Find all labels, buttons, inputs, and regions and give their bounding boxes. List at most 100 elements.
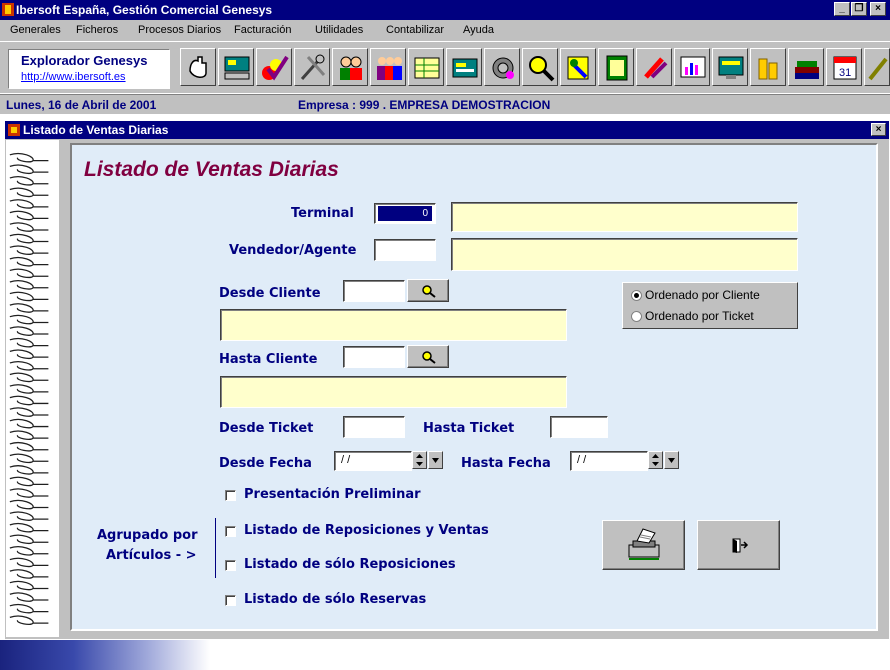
- presentacion-label[interactable]: Presentación Preliminar: [244, 487, 421, 502]
- magnifier-icon[interactable]: [522, 48, 558, 86]
- gear-icon[interactable]: [484, 48, 520, 86]
- pencil-icon[interactable]: [636, 48, 672, 86]
- search-icon: [422, 285, 436, 298]
- terminal-field[interactable]: 0: [374, 203, 436, 224]
- desde-cliente-name-field[interactable]: [220, 309, 567, 341]
- desde-ticket-field[interactable]: [343, 416, 405, 438]
- presentacion-checkbox[interactable]: [225, 490, 236, 501]
- hasta-ticket-label: Hasta Ticket: [423, 421, 515, 436]
- child-window-title-bar: Listado de Ventas Diarias ×: [5, 121, 889, 139]
- menu-generales[interactable]: Generales: [10, 24, 61, 36]
- group-icon[interactable]: [370, 48, 406, 86]
- menu-ayuda[interactable]: Ayuda: [463, 24, 494, 36]
- calendar-icon[interactable]: 31: [826, 48, 862, 86]
- orden-cliente-radio[interactable]: [631, 290, 642, 301]
- spiral-ring: [9, 488, 49, 498]
- orden-ticket-radio[interactable]: [631, 311, 642, 322]
- solo-reservas-label[interactable]: Listado de sólo Reservas: [244, 592, 426, 607]
- card-icon[interactable]: [446, 48, 482, 86]
- menu-utilidades[interactable]: Utilidades: [315, 24, 363, 36]
- desde-fecha-value: / /: [341, 454, 351, 466]
- vendedor-label: Vendedor/Agente: [229, 243, 357, 258]
- spiral-ring: [9, 615, 49, 625]
- cash-register-icon[interactable]: [218, 48, 254, 86]
- hasta-cliente-code-field[interactable]: [343, 346, 405, 368]
- form-title: Listado de Ventas Diarias: [84, 158, 339, 181]
- spiral-ring: [9, 603, 49, 614]
- solo-reservas-checkbox[interactable]: [225, 595, 236, 606]
- spiral-ring: [9, 511, 49, 521]
- solo-repos-label[interactable]: Listado de sólo Reposiciones: [244, 557, 456, 572]
- hand-icon[interactable]: [180, 48, 216, 86]
- hasta-fecha-spinner[interactable]: [648, 451, 663, 469]
- books-icon[interactable]: [788, 48, 824, 86]
- status-bar: Lunes, 16 de Abril de 2001 Empresa : 999…: [0, 94, 890, 114]
- monitor-icon[interactable]: [712, 48, 748, 86]
- spiral-ring: [9, 291, 49, 302]
- desde-cliente-code-field[interactable]: [343, 280, 405, 302]
- tools-2-icon[interactable]: [864, 48, 890, 86]
- desde-fecha-dropdown[interactable]: [428, 451, 443, 469]
- menu-facturacion[interactable]: Facturación: [234, 24, 291, 36]
- spiral-ring: [9, 152, 49, 163]
- menu-ficheros[interactable]: Ficheros: [76, 24, 118, 36]
- svg-text:31: 31: [839, 67, 851, 79]
- print-button[interactable]: [602, 520, 685, 570]
- spiral-ring: [9, 326, 49, 336]
- search-icon: [422, 351, 436, 364]
- orden-group: Ordenado por Cliente Ordenado por Ticket: [622, 282, 798, 329]
- spiral-ring: [9, 522, 49, 533]
- hasta-cliente-search-button[interactable]: [407, 345, 449, 368]
- map-icon[interactable]: [408, 48, 444, 86]
- document-icon[interactable]: [598, 48, 634, 86]
- spiral-ring: [9, 546, 49, 556]
- explorer-url[interactable]: http://www.ibersoft.es: [21, 71, 126, 83]
- orden-cliente-label[interactable]: Ordenado por Cliente: [645, 288, 760, 302]
- spiral-ring: [9, 268, 49, 279]
- maximize-button[interactable]: ❐: [851, 2, 867, 16]
- hasta-fecha-value: / /: [577, 454, 587, 466]
- repos-ventas-label[interactable]: Listado de Reposiciones y Ventas: [244, 523, 489, 538]
- menu-contabilizar[interactable]: Contabilizar: [386, 24, 444, 36]
- child-close-button[interactable]: ×: [871, 123, 886, 136]
- spiral-ring: [9, 303, 49, 313]
- status-company: Empresa : 999 . EMPRESA DEMOSTRACION: [298, 98, 551, 112]
- menu-procesos-diarios[interactable]: Procesos Diarios: [138, 24, 221, 36]
- solo-repos-checkbox[interactable]: [225, 560, 236, 571]
- hasta-fecha-field[interactable]: / /: [570, 451, 648, 471]
- desde-fecha-spinner[interactable]: [412, 451, 427, 469]
- desde-cliente-label: Desde Cliente: [219, 286, 321, 301]
- hasta-fecha-dropdown[interactable]: [664, 451, 679, 469]
- explorer-genesys-link[interactable]: Explorador Genesys http://www.ibersoft.e…: [8, 49, 170, 89]
- child-window-title: Listado de Ventas Diarias: [23, 123, 169, 137]
- desde-ticket-label: Desde Ticket: [219, 421, 314, 436]
- close-button[interactable]: ×: [870, 2, 886, 16]
- exit-button[interactable]: [697, 520, 780, 570]
- spiral-ring: [9, 187, 49, 198]
- checkmark-brush-icon[interactable]: [256, 48, 292, 86]
- tools-icon[interactable]: [294, 48, 330, 86]
- terminal-label: Terminal: [291, 206, 354, 221]
- printer-icon: [628, 528, 660, 560]
- coins-icon[interactable]: [750, 48, 786, 86]
- spiral-ring: [9, 337, 49, 348]
- vendedor-code-field[interactable]: [374, 239, 436, 261]
- hasta-cliente-name-field[interactable]: [220, 376, 567, 408]
- desde-cliente-search-button[interactable]: [407, 279, 449, 302]
- spiral-ring: [9, 199, 49, 209]
- spiral-ring: [9, 233, 49, 244]
- minimize-button[interactable]: _: [834, 2, 850, 16]
- hasta-fecha-label: Hasta Fecha: [461, 456, 551, 471]
- terminal-description-field[interactable]: [451, 202, 798, 232]
- spiral-ring: [9, 222, 49, 232]
- people-icon[interactable]: [332, 48, 368, 86]
- vendedor-name-field[interactable]: [451, 238, 798, 271]
- chart-icon[interactable]: [674, 48, 710, 86]
- orden-ticket-label[interactable]: Ordenado por Ticket: [645, 309, 754, 323]
- radio-dot: [634, 293, 639, 298]
- repos-ventas-checkbox[interactable]: [225, 526, 236, 537]
- spiral-ring: [9, 453, 49, 464]
- desde-fecha-field[interactable]: / /: [334, 451, 412, 471]
- hasta-ticket-field[interactable]: [550, 416, 608, 438]
- paint-icon[interactable]: [560, 48, 596, 86]
